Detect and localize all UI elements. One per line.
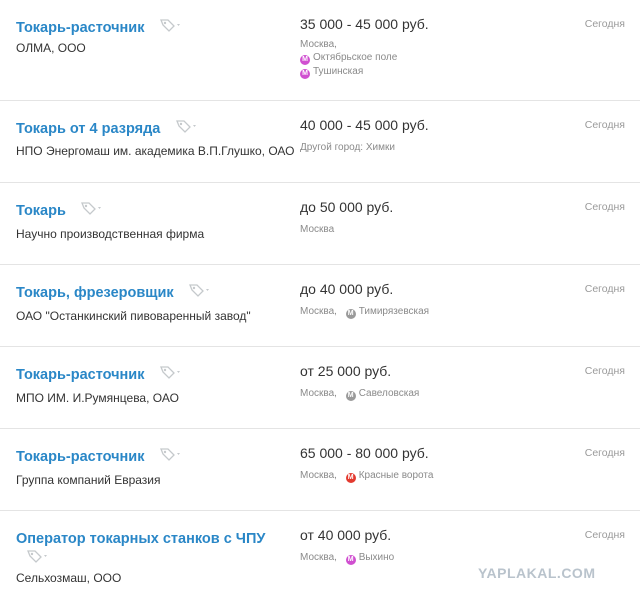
metro-icon: М — [345, 473, 356, 483]
vacancy-item: Токарь-расточник МПО ИМ. И.Румянцева, ОА… — [0, 347, 640, 429]
location: Москва — [300, 223, 334, 236]
vacancy-title-link[interactable]: Токарь, фрезеровщик — [16, 285, 174, 301]
tag-icon[interactable] — [159, 18, 183, 32]
company-name: Научно производственная фирма — [16, 227, 205, 241]
company-name: МПО ИМ. И.Румянцева, ОАО — [16, 391, 179, 405]
date: Сегодня — [584, 447, 625, 459]
location: Москва, М Выхино — [300, 551, 394, 565]
salary: до 50 000 руб. — [300, 199, 394, 215]
location: Другой город: Химки — [300, 141, 395, 154]
date: Сегодня — [584, 201, 625, 213]
vacancy-title-link[interactable]: Токарь — [16, 203, 66, 219]
metro-station: М Тушинская — [300, 65, 397, 79]
vacancy-item: Токарь, фрезеровщик ОАО "Останкинский пи… — [0, 265, 640, 347]
vacancy-item: Токарь-расточник ОЛМА, ООО 35 000 - 45 0… — [0, 0, 640, 101]
date: Сегодня — [584, 119, 625, 131]
salary: от 40 000 руб. — [300, 527, 392, 543]
company-name: ОАО "Останкинский пивоваренный завод" — [16, 309, 251, 323]
metro-icon: М — [300, 69, 310, 79]
company-name: ОЛМА, ООО — [16, 41, 86, 55]
company-name: НПО Энергомаш им. академика В.П.Глушко, … — [16, 144, 295, 158]
vacancy-item: Токарь-расточник Группа компаний Евразия… — [0, 429, 640, 511]
watermark: YAPLAKAL.COM — [478, 565, 596, 581]
date: Сегодня — [584, 365, 625, 377]
tag-icon[interactable] — [188, 283, 212, 297]
metro-icon: М — [345, 391, 356, 401]
salary: 35 000 - 45 000 руб. — [300, 16, 429, 32]
vacancy-item: Токарь Научно производственная фирма до … — [0, 183, 640, 265]
location: Москва, М Тимирязевская — [300, 305, 429, 319]
tag-icon[interactable] — [159, 447, 183, 461]
vacancy-title-link[interactable]: Токарь-расточник — [16, 449, 144, 465]
metro-icon: М — [300, 55, 310, 65]
location: Москва, М Красные ворота — [300, 469, 433, 483]
tag-icon[interactable] — [26, 549, 50, 563]
city: Москва, — [300, 39, 337, 50]
date: Сегодня — [584, 283, 625, 295]
metro-icon: М — [345, 555, 356, 565]
tag-icon[interactable] — [175, 119, 199, 133]
metro-station: М Красные ворота — [345, 469, 433, 483]
salary: от 25 000 руб. — [300, 363, 392, 379]
vacancy-title-link[interactable]: Токарь от 4 разряда — [16, 121, 160, 137]
salary: 40 000 - 45 000 руб. — [300, 117, 429, 133]
salary: до 40 000 руб. — [300, 281, 394, 297]
salary: 65 000 - 80 000 руб. — [300, 445, 429, 461]
metro-station: М Выхино — [345, 551, 394, 565]
company-name: Сельхозмаш, ООО — [16, 571, 122, 585]
city: Другой город: Химки — [300, 142, 395, 153]
city: Москва, — [300, 388, 337, 399]
vacancy-title-link[interactable]: Токарь-расточник — [16, 20, 144, 36]
vacancy-item: Токарь от 4 разряда НПО Энергомаш им. ак… — [0, 101, 640, 183]
city: Москва, — [300, 306, 337, 317]
city: Москва, — [300, 470, 337, 481]
metro-station: М Октябрьское поле — [300, 51, 397, 65]
tag-icon[interactable] — [80, 201, 104, 215]
location: Москва, М Октябрьское поле М Тушинская — [300, 38, 397, 79]
city: Москва — [300, 224, 335, 235]
company-name: Группа компаний Евразия — [16, 473, 161, 487]
tag-icon[interactable] — [159, 365, 183, 379]
vacancy-title-link[interactable]: Оператор токарных станков с ЧПУ — [16, 531, 265, 547]
vacancy-item: Оператор токарных станков с ЧПУ Сельхозм… — [0, 511, 640, 602]
metro-station: М Тимирязевская — [345, 305, 429, 319]
metro-station: М Савеловская — [345, 387, 419, 401]
metro-icon: М — [345, 309, 356, 319]
date: Сегодня — [584, 18, 625, 30]
city: Москва, — [300, 552, 337, 563]
location: Москва, М Савеловская — [300, 387, 419, 401]
vacancy-title-link[interactable]: Токарь-расточник — [16, 367, 144, 383]
date: Сегодня — [584, 529, 625, 541]
